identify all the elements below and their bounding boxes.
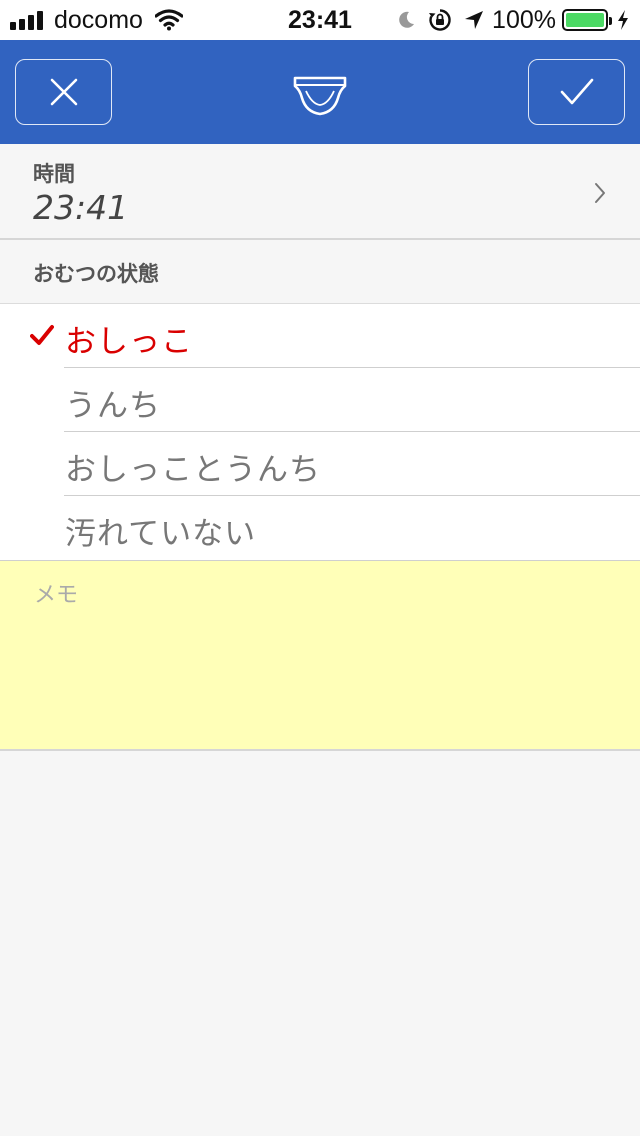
time-row[interactable]: 時間 23:41 — [0, 144, 640, 240]
app-screen: docomo 23:41 100% 時間 23:41 おむつの状態 おしっこ う… — [0, 0, 640, 1136]
status-bar-right: 100% — [396, 6, 630, 34]
time-label: 時間 — [33, 162, 75, 186]
option-label: 汚れていない — [65, 516, 257, 552]
option-label: おしっことうんち — [65, 452, 321, 488]
option-pee[interactable]: おしっこ — [0, 304, 640, 368]
close-icon — [50, 78, 77, 106]
diaper-state-header: おむつの状態 — [0, 240, 640, 304]
battery-icon — [562, 9, 612, 31]
memo-placeholder: メモ — [34, 583, 79, 608]
rotation-lock-icon — [429, 9, 451, 31]
option-clean[interactable]: 汚れていない — [0, 496, 640, 560]
option-label: うんち — [65, 388, 161, 424]
status-bar: docomo 23:41 100% — [0, 0, 640, 40]
diaper-icon — [293, 76, 347, 116]
chevron-right-icon — [595, 183, 605, 203]
diaper-state-options: おしっこ うんち おしっことうんち 汚れていない — [0, 304, 640, 560]
location-icon — [465, 11, 484, 29]
confirm-button[interactable] — [528, 59, 625, 125]
check-icon — [30, 325, 54, 345]
battery-percent: 100% — [492, 5, 556, 34]
memo-field[interactable]: メモ — [0, 560, 640, 751]
battery-fill — [566, 13, 604, 27]
option-pee-and-poop[interactable]: おしっことうんち — [0, 432, 640, 496]
option-poop[interactable]: うんち — [0, 368, 640, 432]
cancel-button[interactable] — [15, 59, 112, 125]
moon-icon — [399, 11, 415, 28]
diaper-state-header-label: おむつの状態 — [33, 262, 159, 286]
charging-icon — [618, 10, 628, 30]
app-header — [0, 40, 640, 144]
time-value: 23:41 — [33, 188, 129, 227]
option-label: おしっこ — [65, 324, 193, 360]
checkmark-icon — [560, 78, 593, 105]
